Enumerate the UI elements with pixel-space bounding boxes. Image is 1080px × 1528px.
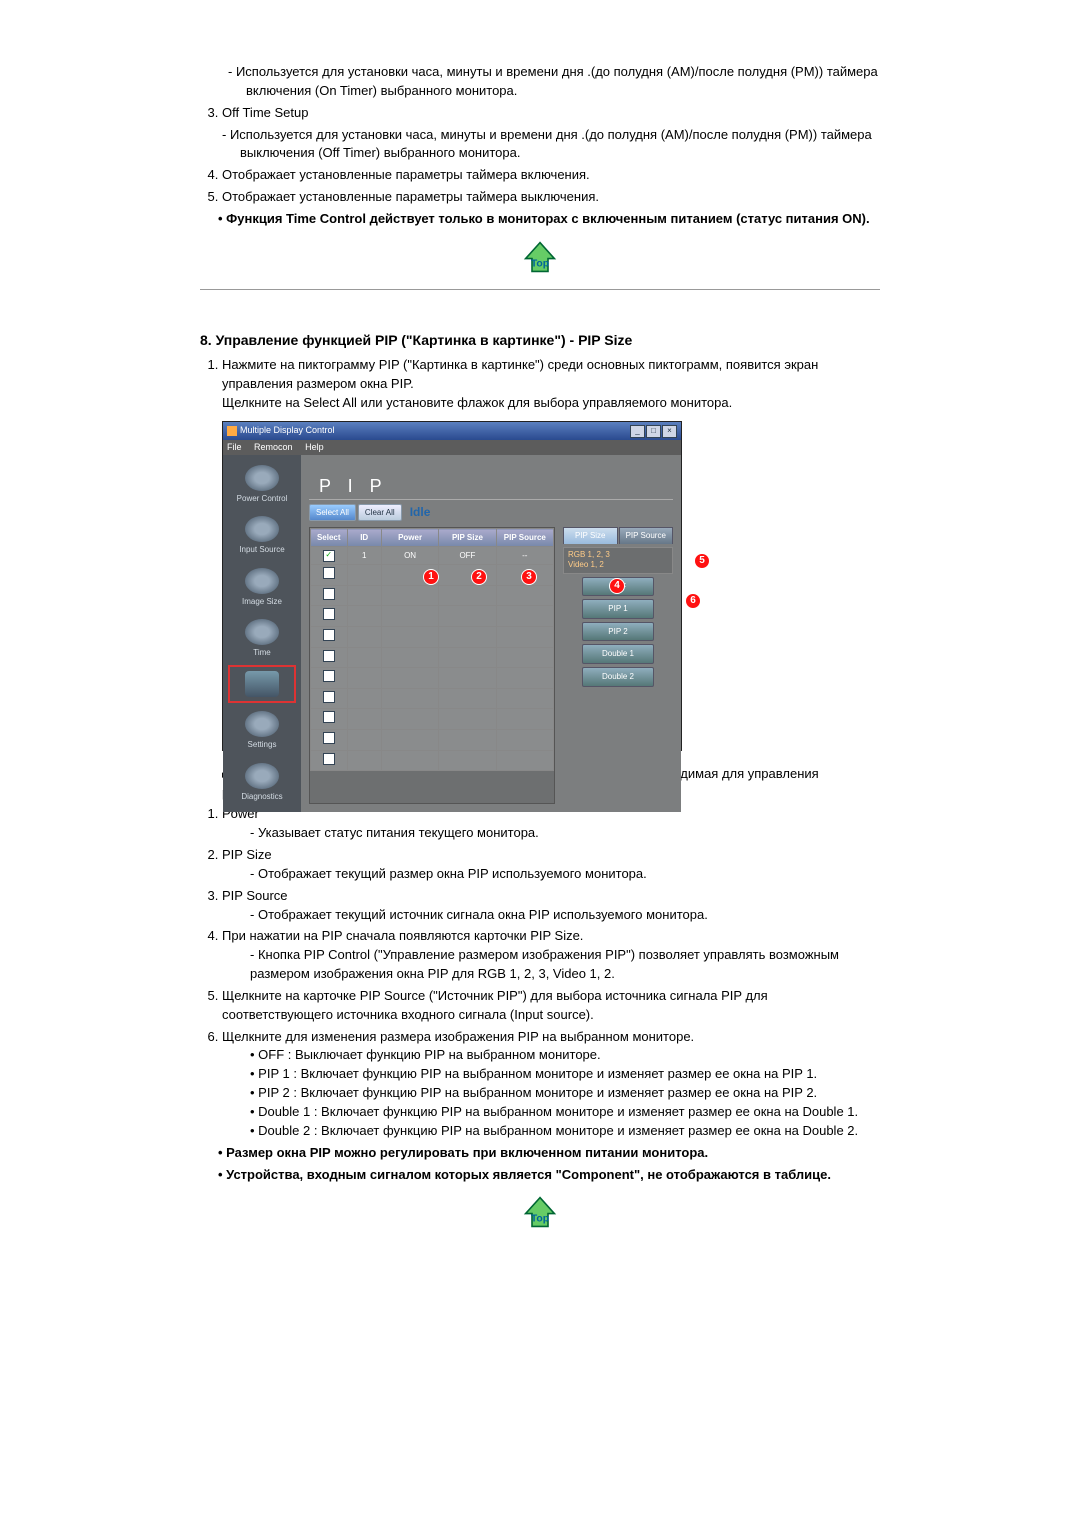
cell-source: -- (496, 547, 553, 565)
table-row (311, 627, 554, 648)
marker-2: 2 (471, 569, 487, 585)
svg-text:Top: Top (531, 258, 549, 269)
marker-3: 3 (521, 569, 537, 585)
select-all-button[interactable]: Select All (309, 504, 356, 522)
minimize-icon[interactable]: _ (630, 425, 645, 438)
p3: PIP Source - Отображает текущий источник… (222, 887, 880, 925)
diag-icon (245, 763, 279, 789)
sidebar-item-image[interactable]: Image Size (232, 566, 292, 608)
menu-remocon[interactable]: Remocon (254, 442, 293, 452)
menubar: File Remocon Help (223, 440, 681, 455)
table-row (311, 709, 554, 730)
size-double2-button[interactable]: Double 2 (582, 667, 654, 687)
pip-header: P I P (319, 473, 388, 499)
item5: Отображает установленные параметры тайме… (222, 188, 880, 207)
cell-id: 1 (347, 547, 381, 565)
maximize-icon[interactable]: □ (646, 425, 661, 438)
table-row (311, 647, 554, 668)
tab-pipsource[interactable]: PIP Source (619, 527, 674, 544)
tab-pipsize[interactable]: PIP Size (563, 527, 618, 544)
bold-note: Функция Time Control действует только в … (218, 210, 880, 229)
image-icon (245, 568, 279, 594)
off-time-label: Off Time Setup (222, 105, 308, 120)
row-checkbox[interactable] (323, 550, 335, 562)
sidebar-item-diagnostics[interactable]: Diagnostics (232, 761, 292, 803)
app-window: Multiple Display Control _□× File Remoco… (222, 421, 682, 751)
section8-title: 8. Управление функцией PIP ("Картинка в … (200, 330, 880, 350)
menu-help[interactable]: Help (305, 442, 324, 452)
table-row[interactable]: 1 ON OFF -- (311, 547, 554, 565)
app-title: Multiple Display Control (240, 424, 335, 437)
col-pipsize: PIP Size (439, 529, 496, 547)
col-select: Select (311, 529, 348, 547)
step1-text: Нажмите на пиктограмму PIP ("Картинка в … (222, 357, 818, 391)
timer-off-note: Используется для установки часа, минуты … (222, 126, 880, 164)
cell-size: OFF (439, 547, 496, 565)
info-box: RGB 1, 2, 3 Video 1, 2 (563, 547, 673, 574)
time-icon (245, 619, 279, 645)
gear-icon (245, 711, 279, 737)
marker-4: 4 (609, 578, 625, 594)
cell-power: ON (381, 547, 438, 565)
sidebar-item-settings[interactable]: Settings (232, 709, 292, 751)
intro-block: Используется для установки часа, минуты … (200, 63, 880, 229)
step1b-text: Щелкните на Select All или установите фл… (222, 395, 732, 410)
col-pipsource: PIP Source (496, 529, 553, 547)
divider (200, 289, 880, 290)
idle-label: Idle (410, 504, 431, 521)
main-panel: P I P Select All Clear All Idle Select I… (301, 455, 681, 813)
table-row (311, 606, 554, 627)
top-link-2[interactable]: Top (200, 1196, 880, 1236)
col-power: Power (381, 529, 438, 547)
sidebar-item-input[interactable]: Input Source (232, 514, 292, 556)
sidebar: Power Control Input Source Image Size Ti… (223, 455, 301, 813)
size-double1-button[interactable]: Double 1 (582, 644, 654, 664)
power-icon (245, 465, 279, 491)
sidebar-item-pip[interactable] (232, 669, 292, 699)
top-link-1[interactable]: Top (200, 241, 880, 281)
timer-on-note: Используется для установки часа, минуты … (228, 63, 880, 101)
app-icon (227, 426, 237, 436)
p4: При нажатии на PIP сначала появляются ка… (222, 927, 880, 984)
table-row (311, 688, 554, 709)
sidebar-item-power[interactable]: Power Control (232, 463, 292, 505)
item-offtime: Off Time Setup Используется для установк… (222, 104, 880, 164)
marker-6: 6 (685, 593, 701, 609)
menu-file[interactable]: File (227, 442, 242, 452)
sidebar-item-time[interactable]: Time (232, 617, 292, 659)
step1: Нажмите на пиктограмму PIP ("Картинка в … (222, 356, 880, 413)
marker-5: 5 (694, 553, 710, 569)
table-row (311, 729, 554, 750)
titlebar: Multiple Display Control _□× (223, 422, 681, 440)
p5: Щелкните на карточке PIP Source ("Источн… (222, 987, 880, 1025)
window-buttons: _□× (629, 424, 677, 438)
marker-1: 1 (423, 569, 439, 585)
table-row (311, 668, 554, 689)
size-pip1-button[interactable]: PIP 1 (582, 599, 654, 619)
size-pip2-button[interactable]: PIP 2 (582, 622, 654, 642)
input-icon (245, 516, 279, 542)
clear-all-button[interactable]: Clear All (358, 504, 402, 522)
close-icon[interactable]: × (662, 425, 677, 438)
svg-text:Top: Top (531, 1214, 549, 1225)
bold1: Размер окна PIP можно регулировать при в… (218, 1144, 880, 1163)
table-row (311, 750, 554, 771)
p6: Щелкните для изменения размера изображен… (222, 1028, 880, 1141)
right-panel: PIP Size PIP Source RGB 1, 2, 3 Video 1,… (563, 527, 673, 804)
col-id: ID (347, 529, 381, 547)
pip-icon (245, 671, 279, 697)
bold2: Устройства, входным сигналом которых явл… (218, 1166, 880, 1185)
item4: Отображает установленные параметры тайме… (222, 166, 880, 185)
p2: PIP Size - Отображает текущий размер окн… (222, 846, 880, 884)
table-row (311, 585, 554, 606)
